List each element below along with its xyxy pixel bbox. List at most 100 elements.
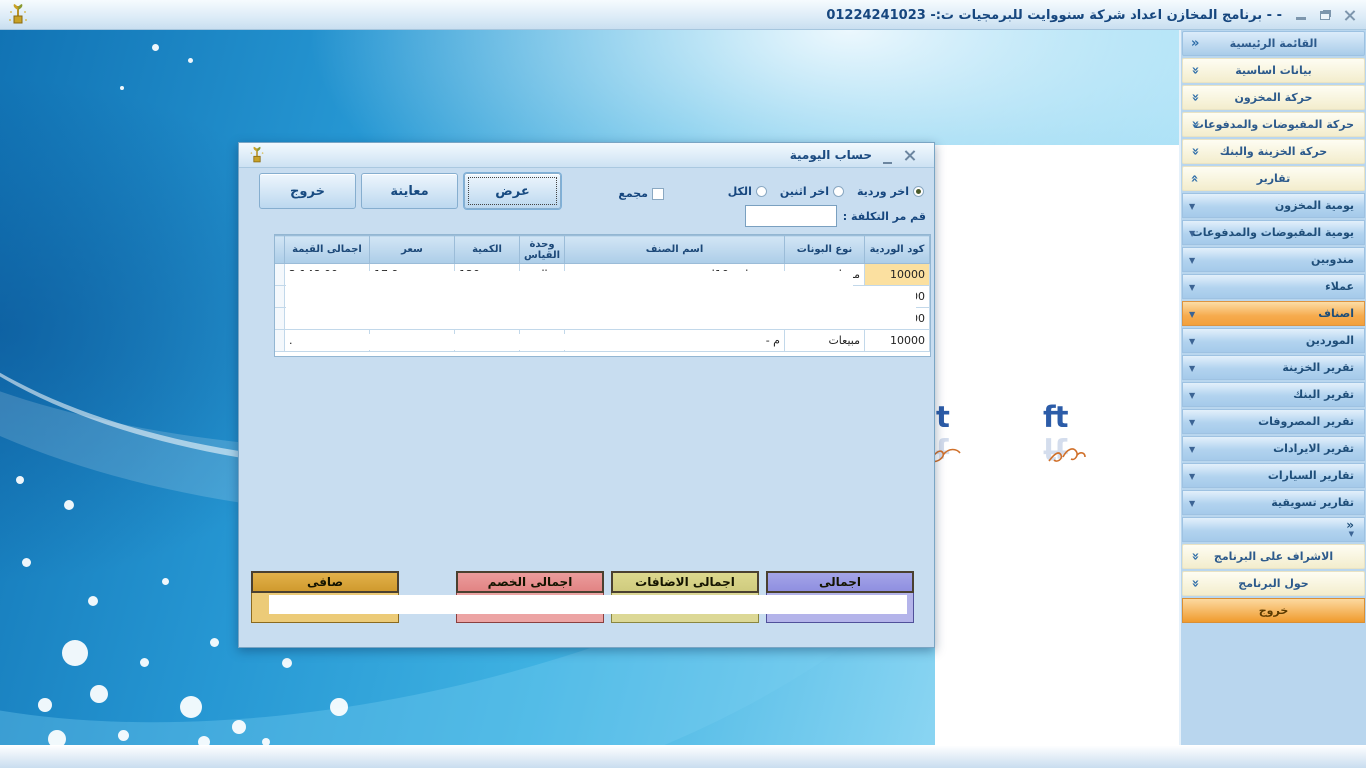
sidebar-item-marketing-reports[interactable]: ▼ تقارير تسويقية	[1182, 490, 1365, 515]
double-chevron-down-icon: »	[1188, 93, 1203, 101]
radio-last-two[interactable]: اخر اثنين	[780, 185, 844, 198]
dialog-exit-button[interactable]: خروج	[259, 173, 356, 209]
sidebar-item-label: حركة الخزينة والبنك	[1220, 145, 1327, 158]
table-header-qty[interactable]: الكمية	[455, 236, 520, 264]
cell-shift-code: 10000	[865, 330, 930, 352]
sidebar-item-representatives[interactable]: ▼ مندوبين	[1182, 247, 1365, 272]
sidebar-item-basic-data[interactable]: » بيانات اساسية	[1182, 58, 1365, 83]
application-window: - - برنامج المخازن اعداد شركة سنووايت لل…	[0, 0, 1366, 768]
totals-discount-label: اجمالى الخصم	[456, 571, 604, 593]
sidebar-item-revenues-report[interactable]: ▼ تقرير الايرادات	[1182, 436, 1365, 461]
cost-label: قم مر التكلفة :	[843, 210, 926, 223]
dropdown-arrow-icon: ▼	[1189, 499, 1195, 508]
display-button[interactable]: عرض	[464, 173, 561, 209]
sidebar-item-label: يومية المقبوضات والمدفوعات	[1192, 226, 1354, 239]
radio-last-shift[interactable]: اخر وردية	[857, 185, 924, 198]
sidebar-item-suppliers[interactable]: ▼ الموردين	[1182, 328, 1365, 353]
cell-row-selector	[274, 330, 285, 352]
sidebar-item-about-program[interactable]: » حول البرنامج	[1182, 571, 1365, 596]
checkbox-icon	[652, 188, 664, 200]
workspace: t t ft ft » القائمة الرئيسية » بيانات اس…	[0, 30, 1366, 745]
table-header-price[interactable]: سعر	[370, 236, 455, 264]
sidebar-item-program-supervision[interactable]: » الاشراف على البرنامج	[1182, 544, 1365, 569]
sidebar-item-label: تقرير البنك	[1293, 388, 1354, 401]
double-chevron-down-icon: »	[1188, 120, 1203, 128]
table-header-shift-code[interactable]: كود الوردية	[865, 236, 930, 264]
cell-row-selector	[274, 308, 285, 330]
sidebar-item-more[interactable]: » ▼	[1182, 517, 1365, 542]
dropdown-arrow-icon: ▼	[1189, 472, 1195, 481]
sidebar-item-stock-daily[interactable]: ▼ يومية المخزون	[1182, 193, 1365, 218]
dropdown-arrow-icon: ▼	[1189, 202, 1195, 211]
table-header-total[interactable]: اجمالى القيمة	[285, 236, 370, 264]
sidebar-item-receipts-payments-movement[interactable]: » حركة المقبوضات والمدفوعات	[1182, 112, 1365, 137]
restore-button[interactable]	[1320, 11, 1330, 20]
sidebar-item-label: حول البرنامج	[1238, 577, 1308, 590]
daily-account-dialog: حساب اليومية عرض معاينة خروج اخر وردية ا…	[238, 142, 935, 648]
dialog-close-button[interactable]	[904, 149, 916, 161]
dropdown-arrow-icon: ▼	[1189, 364, 1195, 373]
close-button[interactable]	[1344, 9, 1356, 21]
radio-icon	[756, 186, 767, 197]
table-header-selector	[274, 236, 285, 264]
sidebar-item-items[interactable]: ▼ اصناف	[1182, 301, 1365, 326]
sidebar-item-bank-report[interactable]: ▼ تقرير البنك	[1182, 382, 1365, 407]
cell-row-selector	[274, 264, 285, 286]
sidebar-item-label: اصناف	[1318, 307, 1354, 320]
double-chevron-icon: »	[1346, 521, 1354, 530]
dropdown-arrow-icon: ▼	[1189, 310, 1195, 319]
sidebar-item-customers[interactable]: ▼ عملاء	[1182, 274, 1365, 299]
dialog-minimize-button[interactable]	[883, 156, 892, 164]
app-icon	[8, 4, 28, 26]
double-chevron-down-icon: »	[1188, 147, 1203, 155]
sidebar-item-exit[interactable]: خروج	[1182, 598, 1365, 623]
cost-field-row: قم مر التكلفة :	[745, 205, 926, 227]
table-header-row: كود الوردية نوع البونات اسم الصنف وحدة ا…	[274, 236, 930, 264]
table-header-bons-type[interactable]: نوع البونات	[785, 236, 865, 264]
logo-fragment: t	[936, 403, 949, 432]
sidebar-item-label: القائمة الرئيسية	[1230, 37, 1318, 50]
cell-shift-code: 10000	[865, 264, 930, 286]
sidebar-item-label: خروج	[1259, 604, 1289, 617]
table-header-item-name[interactable]: اسم الصنف	[565, 236, 785, 264]
aggregate-checkbox[interactable]: مجمع	[618, 187, 664, 200]
dialog-title: حساب اليومية	[790, 148, 872, 162]
shift-filter-radios: اخر وردية اخر اثنين الكل	[728, 185, 924, 198]
sidebar-item-stock-movement[interactable]: » حركة المخزون	[1182, 85, 1365, 110]
sidebar-item-label: تقرير المصروفات	[1258, 415, 1354, 428]
radio-all[interactable]: الكل	[728, 185, 767, 198]
dropdown-arrow-icon: ▼	[1189, 337, 1195, 346]
dropdown-arrow-icon: ▼	[1189, 418, 1195, 427]
sidebar-item-treasury-bank-movement[interactable]: » حركة الخزينة والبنك	[1182, 139, 1365, 164]
sidebar-item-label: يومية المخزون	[1275, 199, 1354, 212]
dropdown-arrow-icon: ▼	[1189, 256, 1195, 265]
sidebar-item-main-menu[interactable]: » القائمة الرئيسية	[1182, 31, 1365, 56]
cell-row-selector	[274, 286, 285, 308]
sidebar-item-receipts-payments-daily[interactable]: ▼ يومية المقبوضات والمدفوعات	[1182, 220, 1365, 245]
radio-label: الكل	[728, 185, 752, 198]
table-header-unit[interactable]: وحدة القياس	[520, 236, 565, 264]
sidebar-item-treasury-report[interactable]: ▼ تقرير الخزينة	[1182, 355, 1365, 380]
dropdown-arrow-icon: ▼	[1349, 530, 1354, 539]
sidebar-item-expenses-report[interactable]: ▼ تقرير المصروفات	[1182, 409, 1365, 434]
sidebar-item-label: حركة المخزون	[1235, 91, 1313, 104]
signature-script-icon	[1047, 445, 1087, 467]
sidebar-item-label: تقرير الخزينة	[1282, 361, 1354, 374]
radio-label: اخر وردية	[857, 185, 909, 198]
sidebar-item-label: تقارير تسويقية	[1271, 496, 1354, 509]
minimize-button[interactable]	[1296, 10, 1306, 20]
status-bar	[0, 745, 1366, 768]
double-chevron-down-icon: »	[1188, 579, 1203, 587]
main-titlebar: - - برنامج المخازن اعداد شركة سنووايت لل…	[0, 0, 1366, 30]
preview-button[interactable]: معاينة	[361, 173, 458, 209]
radio-icon	[833, 186, 844, 197]
sidebar-item-cars-reports[interactable]: ▼ تقارير السيارات	[1182, 463, 1365, 488]
cell-bons-type: مبيعات	[785, 330, 865, 352]
redaction-overlay	[286, 271, 853, 329]
dialog-icon	[249, 146, 265, 165]
sidebar-item-reports[interactable]: » تقارير	[1182, 166, 1365, 191]
sidebar-item-label: مندوبين	[1311, 253, 1354, 266]
cost-input[interactable]	[745, 205, 837, 227]
double-chevron-up-icon: »	[1188, 174, 1203, 182]
double-chevron-down-icon: »	[1188, 66, 1203, 74]
